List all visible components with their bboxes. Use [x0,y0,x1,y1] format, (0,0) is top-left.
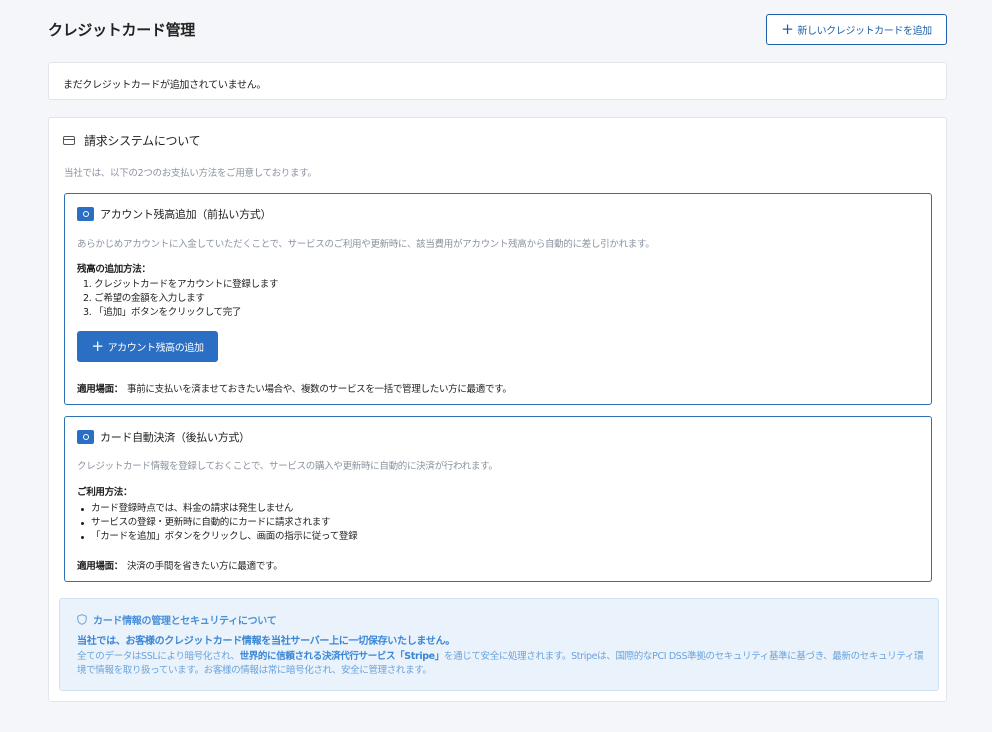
method-prepaid-card: アカウント残高追加（前払い方式） あらかじめアカウントに入金していただくことで、… [64,193,932,405]
list-item: サービスの登録・更新時に自動的にカードに請求されます [79,516,357,530]
plus-icon: + [781,19,794,38]
security-notice: カード情報の管理とセキュリティについて 当社では、お客様のクレジットカード情報を… [59,598,939,691]
shield-icon [77,614,87,625]
bullet-icon [81,536,84,539]
list-item: 3. 「追加」ボタンをクリックして完了 [83,307,242,318]
use-case-label: 適用場面： [77,384,124,395]
security-notice-lead: 当社では、お客様のクレジットカード情報を当社サーバー上に一切保存いたしません。 [77,636,455,647]
add-credit-card-button[interactable]: + 新しいクレジットカードを追加 [766,14,947,45]
credit-card-icon [63,136,75,145]
list-item: 2. ご希望の金額を入力します [83,293,205,304]
empty-card-list-message: まだクレジットカードが追加されていません。 [48,62,947,100]
billing-info-heading: 請求システムについて [63,132,201,149]
method-prepaid-use-case: 適用場面： 事前に支払いを済ませておきたい場合や、複数のサービスを一括で管理したい… [77,381,512,395]
method-autopay-title-text: カード自動決済（後払い方式） [100,431,250,444]
security-notice-title-text: カード情報の管理とセキュリティについて [93,616,277,627]
use-case-label: 適用場面： [77,561,124,572]
method-prepaid-title: アカウント残高追加（前払い方式） [77,206,272,222]
plus-icon: + [91,336,104,355]
list-item: 1. クレジットカードをアカウントに登録します [83,279,279,290]
use-case-text: 事前に支払いを済ませておきたい場合や、複数のサービスを一括で管理したい方に最適で… [127,384,512,395]
use-case-text: 決済の手間を省きたい方に最適です。 [127,561,283,572]
add-credit-card-label: 新しいクレジットカードを追加 [797,26,932,37]
security-notice-title: カード情報の管理とセキュリティについて [77,612,277,627]
method-prepaid-steps: 1. クレジットカードをアカウントに登録します 2. ご希望の金額を入力します … [83,278,278,320]
list-item: カード登録時点では、料金の請求は発生しません [79,502,357,516]
method-autopay-description: クレジットカード情報を登録しておくことで、サービスの購入や更新時に自動的に決済が… [77,461,498,472]
billing-info-intro: 当社では、以下の2つのお支払い方法をご用意しております。 [64,168,317,179]
security-notice-body: 全てのデータはSSLにより暗号化され、世界的に信頼される決済代行サービス「Str… [77,651,924,676]
page-title: クレジットカード管理 [48,21,196,39]
add-account-balance-button[interactable]: + アカウント残高の追加 [77,331,218,362]
billing-info-panel: 請求システムについて 当社では、以下の2つのお支払い方法をご用意しております。 … [48,117,947,702]
add-account-balance-label: アカウント残高の追加 [107,343,204,354]
info-badge-icon [77,207,94,221]
bullet-icon [81,522,84,525]
method-prepaid-title-text: アカウント残高追加（前払い方式） [100,208,272,221]
method-autopay-subheading: ご利用方法： [77,487,133,498]
bullet-icon [81,508,84,511]
method-autopay-title: カード自動決済（後払い方式） [77,429,250,445]
method-autopay-steps: カード登録時点では、料金の請求は発生しません サービスの登録・更新時に自動的にカ… [79,502,358,544]
method-prepaid-description: あらかじめアカウントに入金していただくことで、サービスのご利用や更新時に、該当費… [77,239,655,250]
method-prepaid-subheading: 残高の追加方法： [77,264,151,275]
method-autopay-use-case: 適用場面： 決済の手間を省きたい方に最適です。 [77,558,283,572]
list-item: 「カードを追加」ボタンをクリックし、画面の指示に従って登録 [79,530,358,544]
info-badge-icon [77,430,94,444]
billing-info-heading-text: 請求システムについて [84,134,201,148]
method-autopay-card: カード自動決済（後払い方式） クレジットカード情報を登録しておくことで、サービス… [64,416,932,582]
